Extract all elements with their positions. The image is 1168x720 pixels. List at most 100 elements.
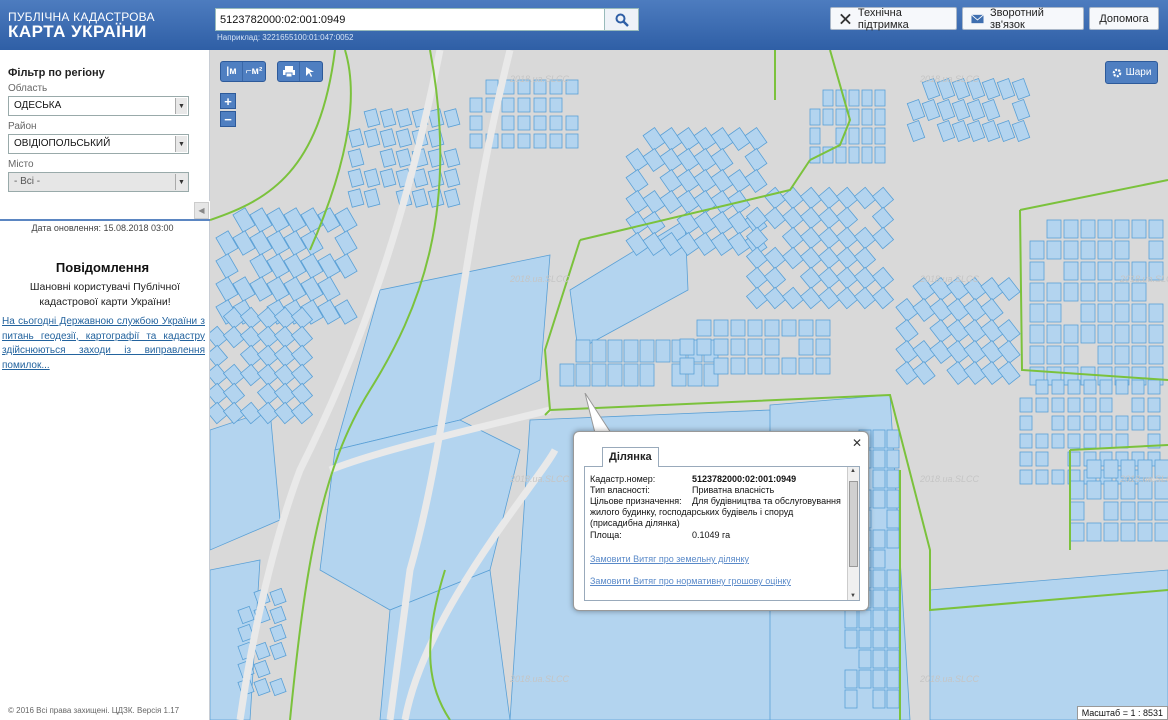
parcel[interactable] <box>1080 240 1096 260</box>
parcel[interactable] <box>744 148 768 172</box>
parcel[interactable] <box>853 226 877 250</box>
popup-scrollbar[interactable]: ▲ ▼ <box>847 467 859 600</box>
search-button[interactable] <box>604 8 639 31</box>
parcel[interactable] <box>1083 379 1097 395</box>
parcel[interactable] <box>1035 433 1049 449</box>
parcel[interactable] <box>1067 433 1081 449</box>
parcel[interactable] <box>679 357 695 375</box>
parcel[interactable] <box>710 211 734 235</box>
parcel[interactable] <box>871 286 895 310</box>
parcel[interactable] <box>745 286 769 310</box>
parcel[interactable] <box>809 127 821 145</box>
zoom-in-button[interactable]: + <box>220 93 236 109</box>
parcel[interactable] <box>696 338 712 356</box>
parcel[interactable] <box>861 146 873 164</box>
parcel[interactable] <box>269 587 287 607</box>
parcel[interactable] <box>469 115 483 131</box>
parcel[interactable] <box>485 79 499 95</box>
parcel[interactable] <box>1080 303 1096 323</box>
parcel[interactable] <box>1051 379 1065 395</box>
parcel[interactable] <box>710 169 734 193</box>
parcel[interactable] <box>1097 324 1113 344</box>
parcel[interactable] <box>443 168 461 188</box>
parcel[interactable] <box>874 108 886 126</box>
parcel[interactable] <box>334 299 358 325</box>
parcel[interactable] <box>1046 303 1062 323</box>
parcel[interactable] <box>517 133 531 149</box>
parcel[interactable] <box>1114 219 1130 239</box>
parcel[interactable] <box>861 108 873 126</box>
parcel[interactable] <box>951 119 971 143</box>
parcel[interactable] <box>1120 501 1136 521</box>
parcel[interactable] <box>1067 379 1081 395</box>
parcel[interactable] <box>1097 261 1113 281</box>
parcel[interactable] <box>1046 345 1062 365</box>
parcel[interactable] <box>1067 415 1081 431</box>
parcel[interactable] <box>334 230 358 256</box>
parcel[interactable] <box>693 232 717 256</box>
parcel[interactable] <box>347 148 365 168</box>
parcel[interactable] <box>872 669 886 689</box>
parcel[interactable] <box>659 190 683 214</box>
parcel[interactable] <box>886 669 900 689</box>
parcel[interactable] <box>872 589 886 609</box>
parcel[interactable] <box>853 246 877 270</box>
parcel[interactable] <box>1147 379 1161 395</box>
parcel[interactable] <box>858 669 872 689</box>
parcel[interactable] <box>1115 379 1129 395</box>
parcel[interactable] <box>443 148 461 168</box>
parcel[interactable] <box>764 319 780 337</box>
parcel[interactable] <box>300 276 324 302</box>
parcel[interactable] <box>817 186 841 210</box>
parcel[interactable] <box>347 168 365 188</box>
parcel[interactable] <box>835 206 859 230</box>
parcel[interactable] <box>501 133 515 149</box>
parcel[interactable] <box>886 429 900 449</box>
parcel[interactable] <box>290 401 314 425</box>
scroll-thumb[interactable] <box>849 481 858 567</box>
cursor-info-icon[interactable] <box>300 62 322 81</box>
parcel[interactable] <box>249 207 273 233</box>
parcel[interactable] <box>997 361 1021 385</box>
parcel[interactable] <box>1063 345 1079 365</box>
parcel[interactable] <box>872 689 886 709</box>
parcel[interactable] <box>858 629 872 649</box>
parcel[interactable] <box>625 190 649 214</box>
parcel[interactable] <box>980 298 1004 322</box>
parcel[interactable] <box>696 319 712 337</box>
parcel[interactable] <box>1115 415 1129 431</box>
parcel[interactable] <box>713 357 729 375</box>
parcel[interactable] <box>625 169 649 193</box>
parcel[interactable] <box>1029 345 1045 365</box>
parcel[interactable] <box>858 609 872 629</box>
parcel[interactable] <box>853 286 877 310</box>
parcel[interactable] <box>798 357 814 375</box>
parcel[interactable] <box>1019 397 1033 413</box>
news-link[interactable]: На сьогодні Державною службою України з … <box>2 315 205 373</box>
parcel[interactable] <box>872 429 886 449</box>
parcel[interactable] <box>1131 282 1147 302</box>
parcel[interactable] <box>781 286 805 310</box>
parcel[interactable] <box>395 108 413 128</box>
parcel[interactable] <box>266 230 290 256</box>
parcel[interactable] <box>844 629 858 649</box>
parcel[interactable] <box>1011 77 1031 101</box>
parcel[interactable] <box>210 344 229 368</box>
parcel[interactable] <box>799 186 823 210</box>
parcel[interactable] <box>809 108 821 126</box>
parcel[interactable] <box>1103 522 1119 542</box>
parcel[interactable] <box>1137 501 1153 521</box>
parcel[interactable] <box>427 128 445 148</box>
parcel[interactable] <box>1051 415 1065 431</box>
parcel[interactable] <box>642 148 666 172</box>
parcel[interactable] <box>1114 303 1130 323</box>
parcel[interactable] <box>1029 282 1045 302</box>
parcel[interactable] <box>874 127 886 145</box>
parcel[interactable] <box>1035 451 1049 467</box>
parcel[interactable] <box>936 119 956 143</box>
parcel[interactable] <box>853 266 877 290</box>
parcel[interactable] <box>607 363 623 387</box>
parcel[interactable] <box>764 357 780 375</box>
parcel[interactable] <box>249 230 273 256</box>
parcel[interactable] <box>232 276 256 302</box>
